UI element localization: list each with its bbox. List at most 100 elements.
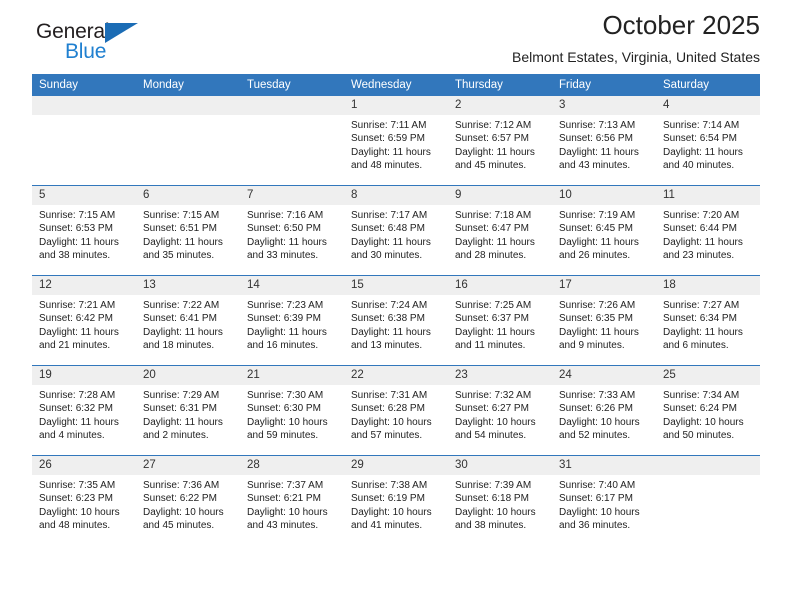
calendar-day-cell[interactable]: 19 Sunrise: 7:28 AM Sunset: 6:32 PM Dayligh… xyxy=(32,365,136,456)
sunset-time: Sunset: 6:51 PM xyxy=(143,223,217,235)
sunset-time: Sunset: 6:27 PM xyxy=(455,403,529,415)
sunset-time: Sunset: 6:19 PM xyxy=(351,493,425,505)
calendar-day-cell[interactable]: 15 Sunrise: 7:24 AM Sunset: 6:38 PM Dayligh… xyxy=(344,275,448,366)
generalblue-logo[interactable]: General Blue xyxy=(36,20,156,66)
daylight-duration-line2: and 13 minutes. xyxy=(351,339,423,351)
day-cell-inner: 1 Sunrise: 7:11 AM Sunset: 6:59 PM Daylight… xyxy=(344,96,448,185)
day-number: 25 xyxy=(656,366,760,385)
sunrise-time: Sunrise: 7:34 AM xyxy=(663,390,740,401)
day-number: 22 xyxy=(344,366,448,385)
daylight-duration-line2: and 38 minutes. xyxy=(455,519,527,531)
calendar-week-row: 1 Sunrise: 7:11 AM Sunset: 6:59 PM Daylight… xyxy=(32,96,760,186)
day-number: 23 xyxy=(448,366,552,385)
sunrise-time: Sunrise: 7:25 AM xyxy=(455,300,532,311)
day-sun-info: Sunrise: 7:26 AM Sunset: 6:35 PM Daylight:… xyxy=(552,295,656,352)
day-number: 20 xyxy=(136,366,240,385)
calendar-day-cell[interactable]: 18 Sunrise: 7:27 AM Sunset: 6:34 PM Dayligh… xyxy=(656,275,760,366)
calendar-day-cell[interactable]: 4 Sunrise: 7:14 AM Sunset: 6:54 PM Daylight… xyxy=(656,96,760,186)
sunset-time: Sunset: 6:37 PM xyxy=(455,313,529,325)
calendar-day-cell[interactable]: 17 Sunrise: 7:26 AM Sunset: 6:35 PM Dayligh… xyxy=(552,275,656,366)
sunrise-time: Sunrise: 7:33 AM xyxy=(559,390,636,401)
day-sun-info: Sunrise: 7:17 AM Sunset: 6:48 PM Daylight:… xyxy=(344,205,448,262)
day-cell-inner: 10 Sunrise: 7:19 AM Sunset: 6:45 PM Dayligh… xyxy=(552,186,656,275)
daylight-duration-line1: Daylight: 11 hours xyxy=(143,236,223,248)
sunrise-time: Sunrise: 7:40 AM xyxy=(559,480,636,491)
sunset-time: Sunset: 6:41 PM xyxy=(143,313,217,325)
sunrise-time: Sunrise: 7:26 AM xyxy=(559,300,636,311)
sunset-time: Sunset: 6:34 PM xyxy=(663,313,737,325)
daylight-duration-line1: Daylight: 10 hours xyxy=(455,416,536,428)
daylight-duration-line2: and 52 minutes. xyxy=(559,429,631,441)
calendar-day-cell[interactable]: 1 Sunrise: 7:11 AM Sunset: 6:59 PM Daylight… xyxy=(344,96,448,186)
daylight-duration-line2: and 41 minutes. xyxy=(351,519,423,531)
calendar-day-cell[interactable]: 11 Sunrise: 7:20 AM Sunset: 6:44 PM Dayligh… xyxy=(656,185,760,276)
sunrise-time: Sunrise: 7:18 AM xyxy=(455,210,532,221)
day-sun-info: Sunrise: 7:15 AM Sunset: 6:53 PM Daylight:… xyxy=(32,205,136,262)
daylight-duration-line1: Daylight: 10 hours xyxy=(143,506,224,518)
logo-triangle-icon xyxy=(105,23,138,43)
calendar-day-cell[interactable]: 2 Sunrise: 7:12 AM Sunset: 6:57 PM Daylight… xyxy=(448,96,552,186)
day-sun-info: Sunrise: 7:11 AM Sunset: 6:59 PM Daylight:… xyxy=(344,115,448,172)
calendar-day-cell[interactable]: 10 Sunrise: 7:19 AM Sunset: 6:45 PM Dayligh… xyxy=(552,185,656,276)
daylight-duration-line1: Daylight: 11 hours xyxy=(663,236,743,248)
sunrise-time: Sunrise: 7:20 AM xyxy=(663,210,740,221)
calendar-day-cell[interactable]: 27 Sunrise: 7:36 AM Sunset: 6:22 PM Dayligh… xyxy=(136,455,240,545)
daylight-duration-line1: Daylight: 11 hours xyxy=(559,236,639,248)
calendar-day-cell[interactable]: 20 Sunrise: 7:29 AM Sunset: 6:31 PM Dayligh… xyxy=(136,365,240,456)
calendar-day-cell[interactable]: 6 Sunrise: 7:15 AM Sunset: 6:51 PM Daylight… xyxy=(136,185,240,276)
calendar-day-cell[interactable]: 22 Sunrise: 7:31 AM Sunset: 6:28 PM Dayligh… xyxy=(344,365,448,456)
daylight-duration-line1: Daylight: 11 hours xyxy=(39,236,119,248)
day-number: 26 xyxy=(32,456,136,475)
daylight-duration-line1: Daylight: 11 hours xyxy=(455,146,535,158)
sunrise-time: Sunrise: 7:15 AM xyxy=(39,210,116,221)
day-number: 10 xyxy=(552,186,656,205)
calendar-day-cell[interactable]: 29 Sunrise: 7:38 AM Sunset: 6:19 PM Dayligh… xyxy=(344,455,448,545)
daylight-duration-line1: Daylight: 10 hours xyxy=(559,506,640,518)
calendar-day-cell[interactable]: 14 Sunrise: 7:23 AM Sunset: 6:39 PM Dayligh… xyxy=(240,275,344,366)
calendar-day-cell[interactable]: 28 Sunrise: 7:37 AM Sunset: 6:21 PM Dayligh… xyxy=(240,455,344,545)
calendar-day-cell[interactable]: 12 Sunrise: 7:21 AM Sunset: 6:42 PM Dayligh… xyxy=(32,275,136,366)
sunset-time: Sunset: 6:42 PM xyxy=(39,313,113,325)
sunrise-time: Sunrise: 7:39 AM xyxy=(455,480,532,491)
calendar-day-cell[interactable]: 31 Sunrise: 7:40 AM Sunset: 6:17 PM Dayligh… xyxy=(552,455,656,545)
daylight-duration-line2: and 18 minutes. xyxy=(143,339,215,351)
sunset-time: Sunset: 6:47 PM xyxy=(455,223,529,235)
day-cell-inner: 14 Sunrise: 7:23 AM Sunset: 6:39 PM Dayligh… xyxy=(240,276,344,365)
day-cell-inner: 22 Sunrise: 7:31 AM Sunset: 6:28 PM Dayligh… xyxy=(344,366,448,455)
calendar-day-cell[interactable]: 24 Sunrise: 7:33 AM Sunset: 6:26 PM Dayligh… xyxy=(552,365,656,456)
day-cell-inner: 17 Sunrise: 7:26 AM Sunset: 6:35 PM Dayligh… xyxy=(552,276,656,365)
day-sun-info: Sunrise: 7:27 AM Sunset: 6:34 PM Daylight:… xyxy=(656,295,760,352)
calendar-day-cell[interactable]: 21 Sunrise: 7:30 AM Sunset: 6:30 PM Dayligh… xyxy=(240,365,344,456)
sunset-time: Sunset: 6:21 PM xyxy=(247,493,321,505)
sunrise-time: Sunrise: 7:22 AM xyxy=(143,300,220,311)
sunset-time: Sunset: 6:26 PM xyxy=(559,403,633,415)
calendar-day-cell[interactable]: 25 Sunrise: 7:34 AM Sunset: 6:24 PM Dayligh… xyxy=(656,365,760,456)
calendar-day-cell[interactable]: 23 Sunrise: 7:32 AM Sunset: 6:27 PM Dayligh… xyxy=(448,365,552,456)
daylight-duration-line2: and 38 minutes. xyxy=(39,249,111,261)
calendar-day-cell[interactable]: 9 Sunrise: 7:18 AM Sunset: 6:47 PM Daylight… xyxy=(448,185,552,276)
daylight-duration-line2: and 48 minutes. xyxy=(351,159,423,171)
calendar-day-cell[interactable]: 7 Sunrise: 7:16 AM Sunset: 6:50 PM Daylight… xyxy=(240,185,344,276)
sunrise-time: Sunrise: 7:17 AM xyxy=(351,210,428,221)
sunset-time: Sunset: 6:35 PM xyxy=(559,313,633,325)
daylight-duration-line2: and 11 minutes. xyxy=(455,339,526,351)
calendar-day-cell[interactable]: 13 Sunrise: 7:22 AM Sunset: 6:41 PM Dayligh… xyxy=(136,275,240,366)
calendar-day-cell[interactable]: 3 Sunrise: 7:13 AM Sunset: 6:56 PM Daylight… xyxy=(552,96,656,186)
calendar-day-cell[interactable]: 30 Sunrise: 7:39 AM Sunset: 6:18 PM Dayligh… xyxy=(448,455,552,545)
calendar-day-cell[interactable]: 5 Sunrise: 7:15 AM Sunset: 6:53 PM Daylight… xyxy=(32,185,136,276)
sunset-time: Sunset: 6:56 PM xyxy=(559,133,633,145)
sunset-time: Sunset: 6:22 PM xyxy=(143,493,217,505)
day-cell-inner: 18 Sunrise: 7:27 AM Sunset: 6:34 PM Dayligh… xyxy=(656,276,760,365)
calendar-day-cell-empty xyxy=(240,96,344,186)
day-number: 5 xyxy=(32,186,136,205)
sunrise-time: Sunrise: 7:27 AM xyxy=(663,300,740,311)
calendar-day-cell[interactable]: 26 Sunrise: 7:35 AM Sunset: 6:23 PM Dayligh… xyxy=(32,455,136,545)
day-sun-info: Sunrise: 7:35 AM Sunset: 6:23 PM Daylight:… xyxy=(32,475,136,532)
day-number: 27 xyxy=(136,456,240,475)
day-sun-info: Sunrise: 7:40 AM Sunset: 6:17 PM Daylight:… xyxy=(552,475,656,532)
sunrise-time: Sunrise: 7:29 AM xyxy=(143,390,220,401)
day-number: 8 xyxy=(344,186,448,205)
calendar-day-cell[interactable]: 8 Sunrise: 7:17 AM Sunset: 6:48 PM Daylight… xyxy=(344,185,448,276)
daylight-duration-line2: and 21 minutes. xyxy=(39,339,111,351)
calendar-day-cell[interactable]: 16 Sunrise: 7:25 AM Sunset: 6:37 PM Dayligh… xyxy=(448,275,552,366)
